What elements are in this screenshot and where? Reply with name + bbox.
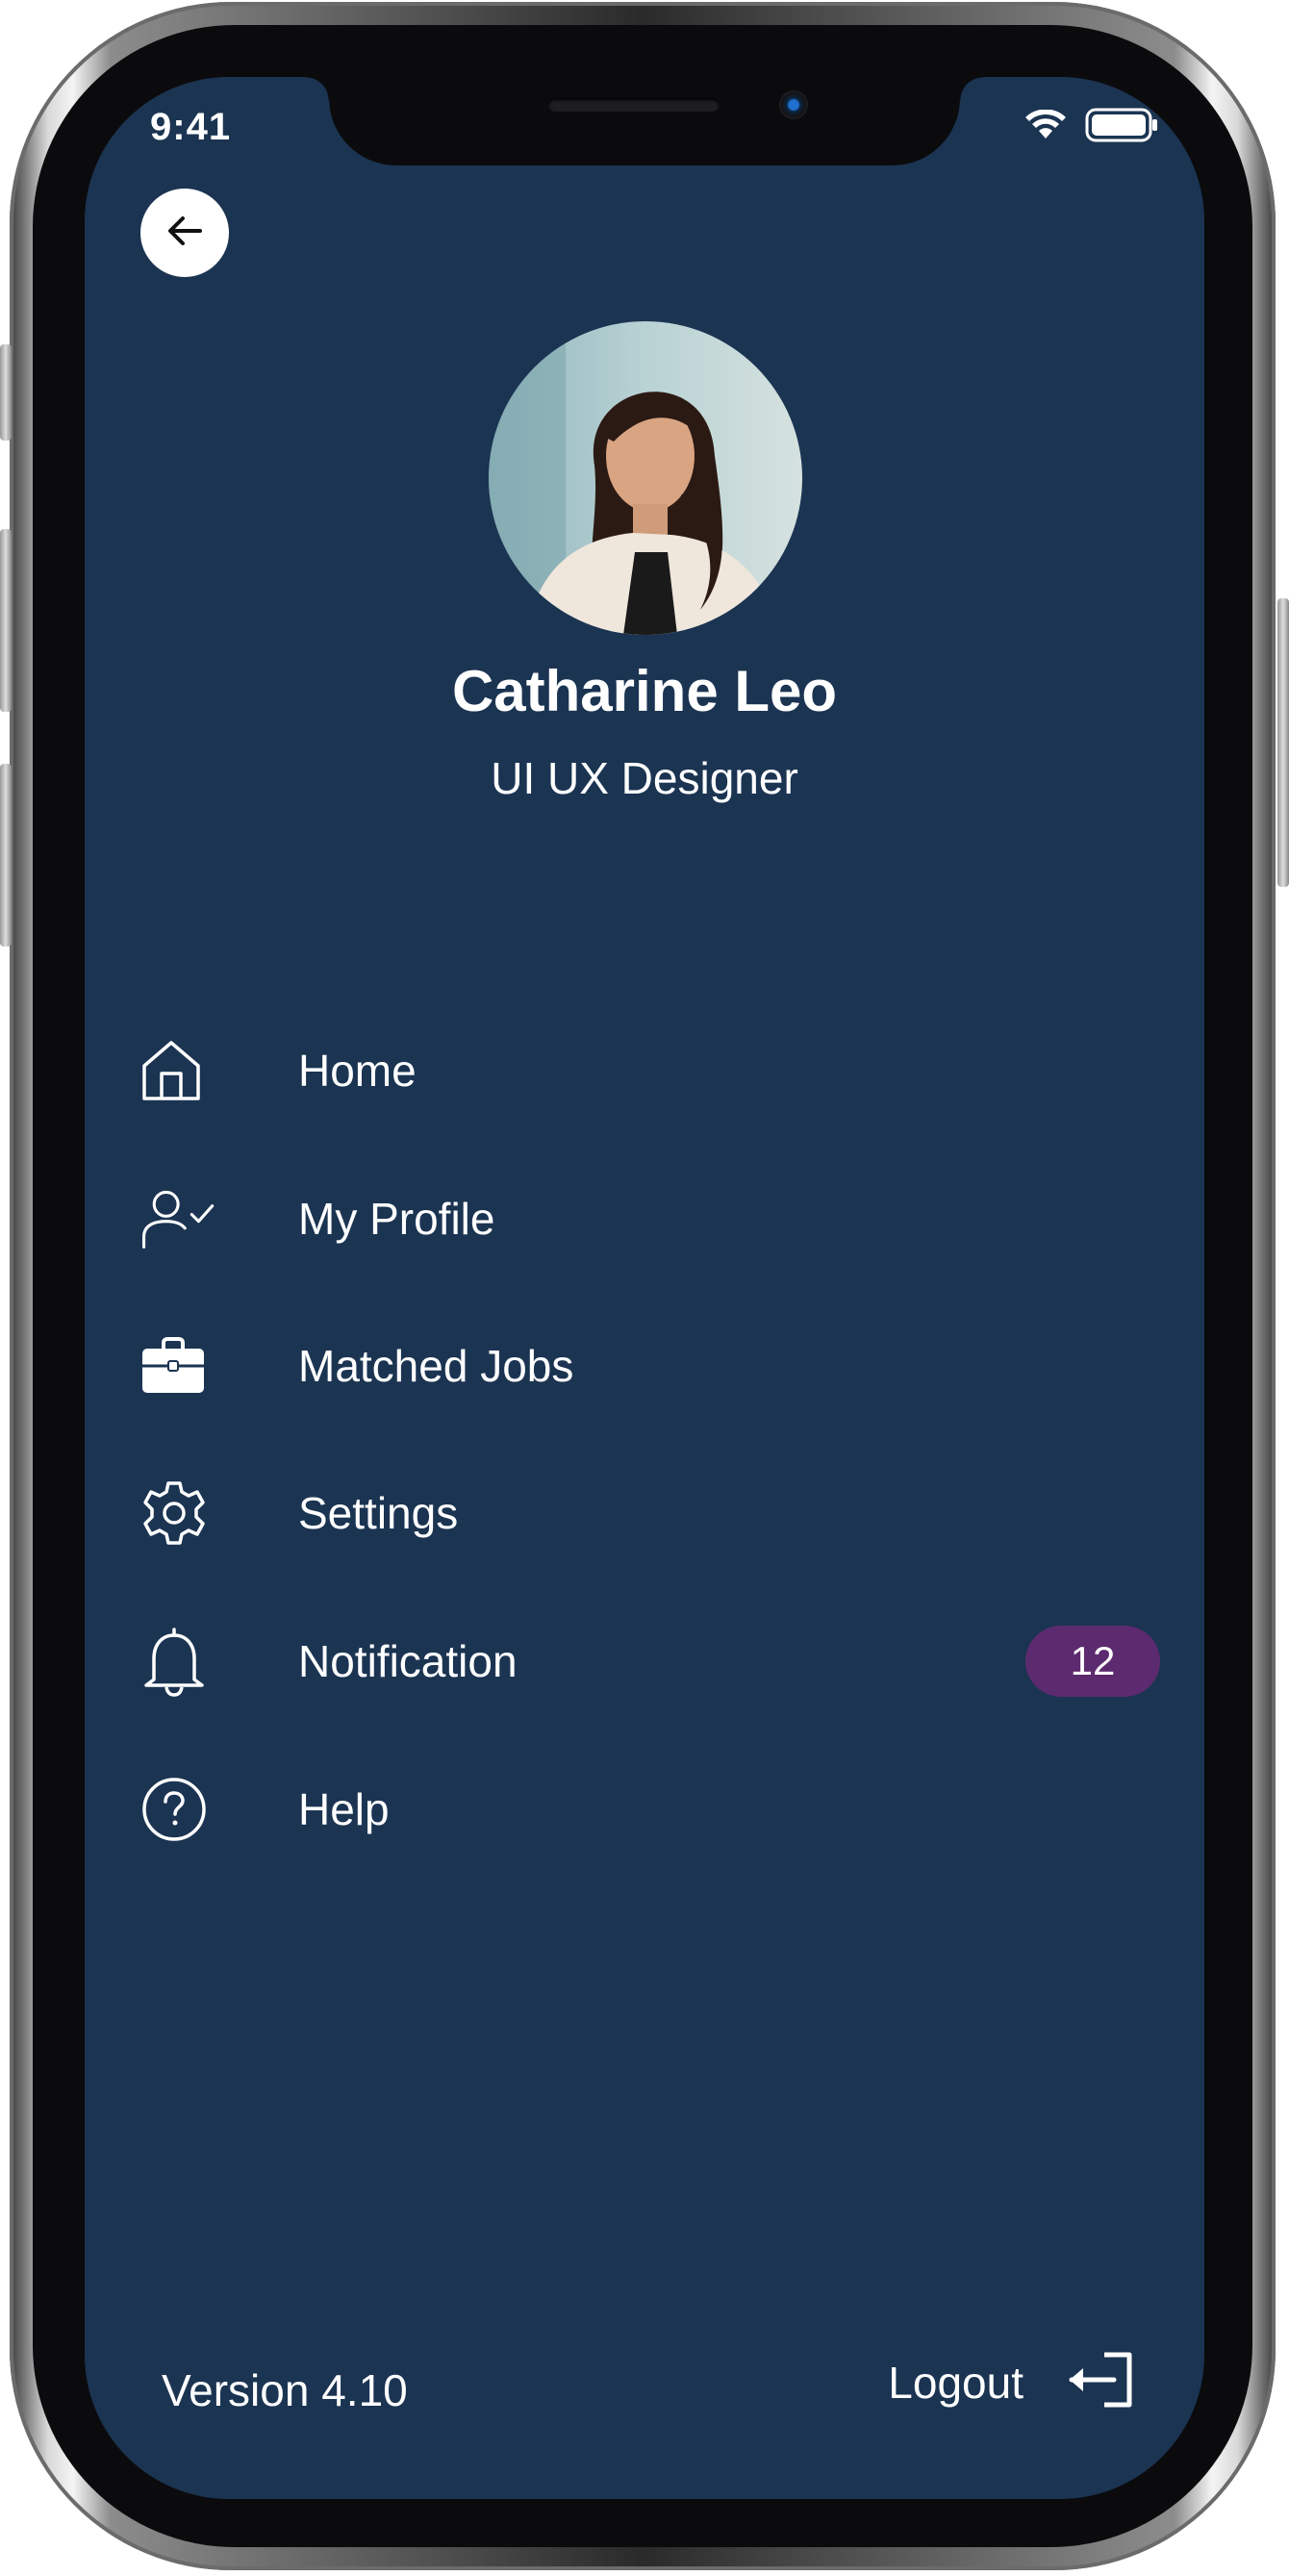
menu-item-label: Notification — [298, 1636, 518, 1686]
logout-button[interactable]: Logout — [888, 2349, 1135, 2415]
wifi-icon — [1025, 109, 1066, 145]
menu-item-notification[interactable]: Notification 12 — [140, 1608, 1160, 1714]
menu-item-label: Home — [298, 1046, 417, 1096]
user-check-icon — [140, 1180, 217, 1257]
menu-item-settings[interactable]: Settings — [140, 1460, 1160, 1566]
profile-name: Catharine Leo — [451, 659, 838, 723]
speaker-grille — [548, 98, 720, 112]
briefcase-icon — [140, 1327, 217, 1404]
menu-item-help[interactable]: Help — [140, 1756, 1160, 1862]
volume-down-button — [0, 764, 12, 947]
status-time: 9:41 — [150, 106, 232, 148]
arrow-left-icon — [165, 214, 204, 253]
menu-item-home[interactable]: Home — [140, 1018, 1160, 1124]
menu-item-matched-jobs[interactable]: Matched Jobs — [140, 1313, 1160, 1419]
status-icons — [1025, 108, 1158, 147]
help-circle-icon — [140, 1771, 217, 1848]
battery-icon — [1085, 108, 1158, 147]
notch — [306, 77, 983, 165]
home-icon — [140, 1032, 217, 1109]
app-screen: 9:41 Catharine Leo UI UX Designer Home M… — [85, 77, 1204, 2499]
menu-item-label: Matched Jobs — [298, 1341, 574, 1391]
menu-item-label: My Profile — [298, 1194, 495, 1244]
app-version: Version 4.10 — [162, 2365, 408, 2415]
gear-icon — [140, 1475, 217, 1552]
avatar-photo — [489, 321, 802, 635]
menu-item-my-profile[interactable]: My Profile — [140, 1166, 1160, 1272]
menu-item-label: Settings — [298, 1488, 459, 1538]
profile-role: UI UX Designer — [491, 753, 798, 803]
back-button[interactable] — [140, 189, 229, 277]
bell-icon — [140, 1623, 217, 1700]
avatar[interactable] — [489, 321, 802, 635]
silent-switch — [0, 344, 12, 441]
power-button — [1277, 598, 1289, 887]
volume-up-button — [0, 529, 12, 712]
menu-item-label: Help — [298, 1784, 390, 1834]
notification-count-badge: 12 — [1025, 1626, 1160, 1697]
logout-label: Logout — [888, 2357, 1024, 2408]
logout-icon — [1066, 2349, 1135, 2415]
front-camera — [779, 90, 808, 119]
